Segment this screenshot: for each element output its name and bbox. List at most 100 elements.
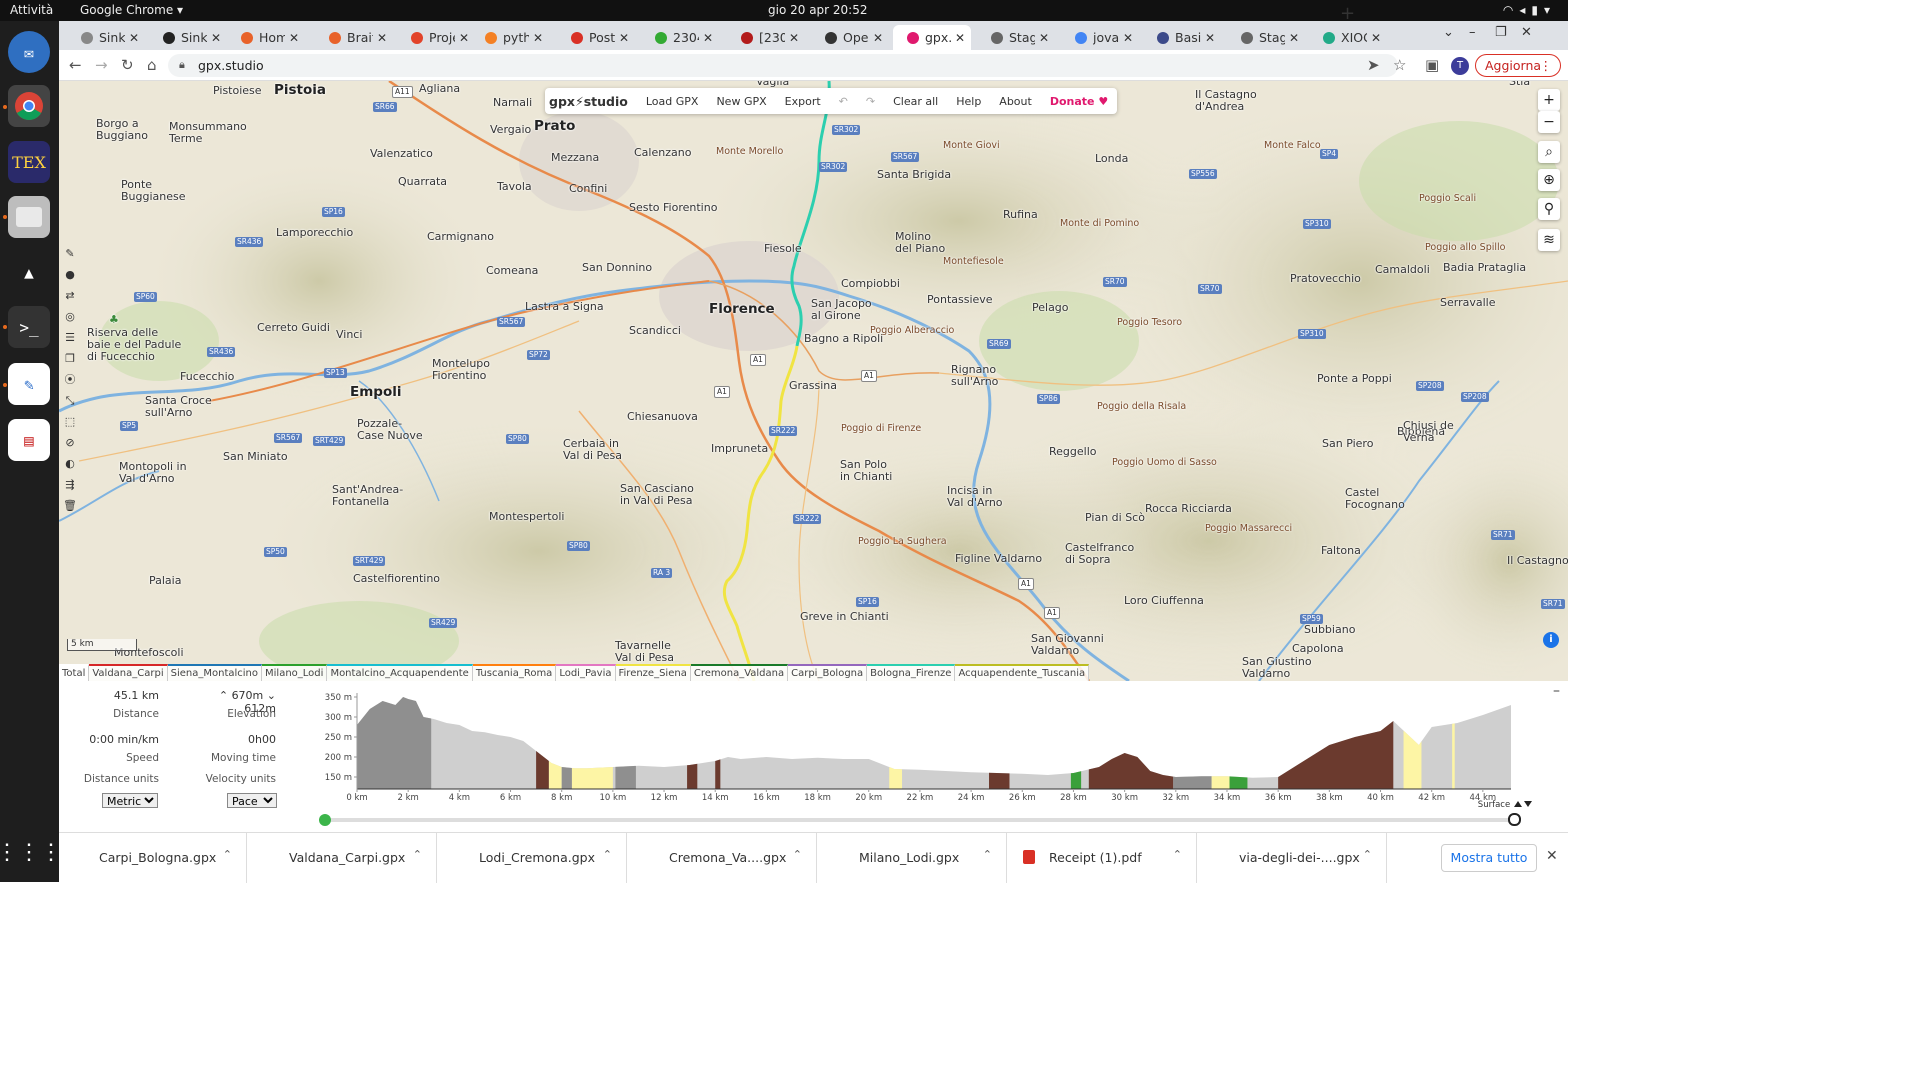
close-tab-icon[interactable]: ✕	[619, 31, 629, 45]
minimize-button[interactable]: –	[1469, 25, 1476, 40]
browser-tab[interactable]: 2304 ✕	[641, 25, 719, 50]
browser-tab[interactable]: XIOG ✕	[1309, 25, 1387, 50]
track-tab[interactable]: Carpi_Bologna	[788, 664, 868, 681]
show-all-downloads-button[interactable]: Mostra tutto	[1441, 844, 1537, 872]
close-tab-icon[interactable]: ✕	[211, 31, 221, 45]
close-tab-icon[interactable]: ✕	[459, 31, 469, 45]
files-icon[interactable]	[8, 196, 50, 238]
track-tab[interactable]: Lodi_Pavia	[556, 664, 616, 681]
browser-tab[interactable]: Proje ✕	[397, 25, 475, 50]
chevron-up-icon[interactable]: ⌃	[413, 848, 422, 861]
browser-tab[interactable]: gpx.s ✕	[893, 25, 971, 50]
browser-tab[interactable]: Stage ✕	[1227, 25, 1305, 50]
trash-icon[interactable]: 🗑	[61, 495, 79, 516]
track-tab[interactable]: Total	[59, 664, 90, 681]
info-icon[interactable]: i	[1543, 632, 1559, 648]
browser-tab[interactable]: Basic ✕	[1143, 25, 1221, 50]
reload-button[interactable]: ↻	[121, 56, 134, 74]
browser-tab[interactable]: Stage ✕	[977, 25, 1055, 50]
close-downloads-button[interactable]: ✕	[1546, 848, 1558, 864]
chevron-up-icon[interactable]: ⌃	[1363, 848, 1372, 861]
track-tab[interactable]: Montalcino_Acquapendente	[327, 664, 473, 681]
browser-tab[interactable]: Posta ✕	[557, 25, 635, 50]
close-tab-icon[interactable]: ✕	[1289, 31, 1299, 45]
address-bar[interactable]: 🔒︎ gpx.studio	[168, 54, 1398, 77]
close-tab-icon[interactable]: ✕	[703, 31, 713, 45]
pencil-icon[interactable]: ✎	[61, 243, 79, 264]
chrome-icon[interactable]	[8, 85, 50, 127]
map-view[interactable]: Florence Prato Empoli Pistoia Agliana Vaglia C…	[59, 81, 1568, 681]
side-panel-icon[interactable]: ▣	[1425, 56, 1439, 74]
chevron-up-icon[interactable]: ⌃	[223, 848, 232, 861]
copy-icon[interactable]: ❐	[61, 348, 79, 369]
browser-tab[interactable]: jovan ✕	[1061, 25, 1139, 50]
close-window-button[interactable]: ✕	[1521, 25, 1532, 40]
chevron-up-icon[interactable]: ⌃	[603, 848, 612, 861]
swap-icon[interactable]: ⇄	[61, 285, 79, 306]
download-item[interactable]: Lodi_Cremona.gpx ⌃	[439, 833, 627, 883]
track-tab[interactable]: Milano_Lodi	[262, 664, 328, 681]
track-tab[interactable]: Acquapendente_Tuscania	[955, 664, 1090, 681]
track-tab[interactable]: Siena_Montalcino	[167, 664, 263, 681]
download-item[interactable]: via-degli-dei-....gpx ⌃	[1199, 833, 1387, 883]
bookmark-star-icon[interactable]: ☆	[1393, 56, 1406, 74]
app-menu[interactable]: Google Chrome ▾	[80, 3, 183, 17]
close-tab-icon[interactable]: ✕	[1205, 31, 1215, 45]
elevation-chart[interactable]: 350 m 300 m 250 m 200 m 150 m 0 km 2 km 4 km 6 k…	[314, 681, 1544, 832]
profile-avatar[interactable]: T	[1451, 57, 1469, 75]
new-tab-button[interactable]: +	[1340, 3, 1355, 24]
download-item[interactable]: Milano_Lodi.gpx ⌃	[819, 833, 1007, 883]
close-tab-icon[interactable]: ✕	[129, 31, 139, 45]
eye-off-icon[interactable]: ⊘	[61, 432, 79, 453]
clock[interactable]: gio 20 apr 20:52	[768, 3, 868, 17]
thunderbird-icon[interactable]: ✉	[8, 31, 50, 73]
close-tab-icon[interactable]: ✕	[1123, 31, 1133, 45]
target-icon[interactable]: ◎	[61, 306, 79, 327]
collapse-panel-button[interactable]: –	[1553, 683, 1560, 699]
home-button[interactable]: ⌂	[147, 56, 157, 74]
close-tab-icon[interactable]: ✕	[1039, 31, 1049, 45]
zoom-in-button[interactable]: +	[1538, 89, 1560, 111]
terminal-icon[interactable]: >_	[8, 306, 50, 348]
track-tab[interactable]: Firenze_Siena	[615, 664, 691, 681]
close-tab-icon[interactable]: ✕	[289, 31, 299, 45]
browser-tab[interactable]: Sinkin ✕	[67, 25, 145, 50]
browser-tab[interactable]: Open ✕	[811, 25, 889, 50]
system-tray[interactable]: ◠◂▮▾	[1503, 3, 1556, 17]
range-slider-end-handle[interactable]	[1508, 813, 1521, 826]
download-item[interactable]: Cremona_Va....gpx ⌃	[629, 833, 817, 883]
update-button[interactable]: Aggiorna ⋮	[1475, 54, 1561, 77]
activities-button[interactable]: Attività	[10, 3, 53, 17]
zoom-out-button[interactable]: −	[1538, 111, 1560, 133]
browser-tab[interactable]: pytho ✕	[471, 25, 549, 50]
lock-icon[interactable]: 🔒︎	[179, 58, 185, 72]
gpx-studio-logo[interactable]: gpx⚡studio	[545, 94, 637, 109]
show-apps-icon[interactable]: ⋮⋮⋮	[0, 831, 62, 873]
clear-all-button[interactable]: Clear all	[884, 95, 947, 108]
new-gpx-button[interactable]: New GPX	[707, 95, 775, 108]
browser-tab[interactable]: [2304 ✕	[727, 25, 805, 50]
text-editor-icon[interactable]: ✎	[8, 363, 50, 405]
chevron-up-icon[interactable]: ⌃	[983, 848, 992, 861]
back-button[interactable]: ←	[69, 56, 82, 74]
list-icon[interactable]: ☰	[61, 327, 79, 348]
close-tab-icon[interactable]: ✕	[955, 31, 965, 45]
search-button[interactable]: ⌕	[1538, 141, 1560, 163]
redo-icon[interactable]: ↷	[857, 95, 884, 108]
track-tab[interactable]: Tuscania_Roma	[472, 664, 557, 681]
about-button[interactable]: About	[990, 95, 1041, 108]
chevron-up-icon[interactable]: ⌃	[793, 848, 802, 861]
export-button[interactable]: Export	[776, 95, 830, 108]
forward-button[interactable]: →	[95, 56, 108, 74]
layers-button[interactable]: ≋	[1538, 229, 1560, 251]
close-tab-icon[interactable]: ✕	[533, 31, 543, 45]
track-tab[interactable]: Bologna_Firenze	[867, 664, 956, 681]
texstudio-icon[interactable]: TEX	[8, 141, 50, 183]
document-viewer-icon[interactable]: ▤	[8, 419, 50, 461]
browser-tab[interactable]: Brait ✕	[315, 25, 393, 50]
compress-icon[interactable]: ⤡	[61, 390, 79, 411]
track-tab[interactable]: Cremona_Valdana	[690, 664, 789, 681]
help-button[interactable]: Help	[947, 95, 990, 108]
close-tab-icon[interactable]: ✕	[789, 31, 799, 45]
drop-icon[interactable]: ●	[61, 264, 79, 285]
